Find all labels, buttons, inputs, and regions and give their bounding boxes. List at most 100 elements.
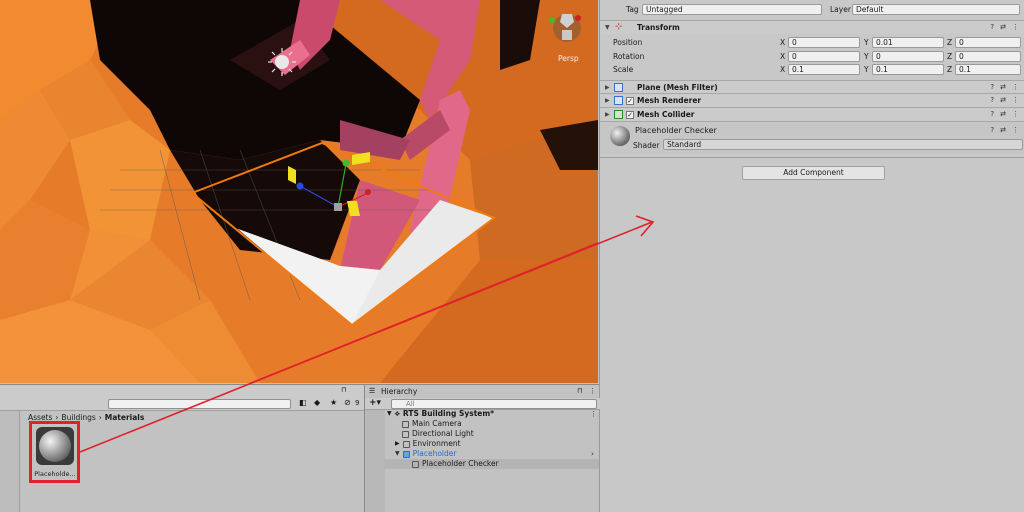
filter-by-label-icon[interactable]: ◆ [314,398,320,407]
position-z-label[interactable]: Z [947,38,952,47]
help-icon[interactable]: ? [990,126,994,134]
hierarchy-item-label: Environment [412,439,461,448]
rotation-y-label[interactable]: Y [864,52,869,61]
scale-y-field[interactable]: 0.1 [872,64,944,75]
prefab-cube-icon [402,450,410,458]
mesh-renderer-enabled-checkbox[interactable]: ✓ [626,97,634,105]
layer-dropdown[interactable]: Default [852,4,1020,15]
chevron-right-icon[interactable]: ▶ [605,84,610,91]
gameobject-cube-icon [402,430,409,438]
filter-by-type-icon[interactable]: ◧ [299,398,307,407]
more-icon[interactable]: ⋮ [1012,110,1019,118]
hierarchy-item-label: Directional Light [412,429,474,438]
hierarchy-item-directional-light[interactable]: Directional Light [402,429,474,439]
chevron-right-icon[interactable]: › [591,450,594,458]
position-x-label[interactable]: X [780,38,785,47]
preset-icon[interactable]: ⇄ [1000,126,1006,134]
hierarchy-search-input[interactable]: All [391,399,597,409]
scene-name: RTS Building System* [402,409,495,418]
lock-icon[interactable]: ⊓ [341,386,346,394]
more-icon[interactable]: ⋮ [589,387,596,395]
help-icon[interactable]: ? [990,23,994,31]
position-x-field[interactable]: 0 [788,37,860,48]
scale-x-label[interactable]: X [780,65,785,74]
chevron-down-icon[interactable]: ▼ [395,449,400,459]
position-y-field[interactable]: 0.01 [872,37,944,48]
material-preview-icon[interactable] [610,126,630,146]
mesh-collider-header[interactable]: ▶ ✓ Mesh Collider ? ⇄ ⋮ [600,107,1024,121]
more-icon[interactable]: ⋮ [590,410,597,418]
help-icon[interactable]: ? [990,110,994,118]
scale-y-label[interactable]: Y [864,65,869,74]
hierarchy-gutter [365,410,385,512]
inspector-panel: Tag Untagged Layer Default ▼ ⊹ Transform… [599,0,1024,512]
rotation-x-label[interactable]: X [780,52,785,61]
shader-dropdown[interactable]: Standard [663,139,1023,150]
visible-count: 9 [355,399,360,407]
hierarchy-item-placeholder[interactable]: ▼ Placeholder [395,449,456,459]
inspector-divider [600,157,1024,158]
more-icon[interactable]: ⋮ [1012,23,1019,31]
persp-label[interactable]: Persp [558,54,579,63]
preset-icon[interactable]: ⇄ [1000,96,1006,104]
material-name: Placeholder Checker [635,126,717,135]
scene-render [0,0,598,383]
breadcrumb-materials[interactable]: Materials [105,413,145,422]
unity-scene-icon: ⟡ [394,409,400,418]
preset-icon[interactable]: ⇄ [1000,83,1006,91]
transform-icon: ⊹ [615,22,623,32]
hierarchy-item-label: Placeholder [412,449,457,458]
mesh-filter-icon [614,83,623,92]
layer-label: Layer [830,5,851,14]
hierarchy-item-main-camera[interactable]: Main Camera [402,419,462,429]
scale-z-field[interactable]: 0.1 [955,64,1021,75]
rotation-x-field[interactable]: 0 [788,51,860,62]
annotation-highlight-box [29,421,80,483]
tag-dropdown[interactable]: Untagged [642,4,822,15]
add-component-button[interactable]: Add Component [742,166,885,180]
help-icon[interactable]: ? [990,96,994,104]
project-toolbar: ⊓ ◧ ◆ ★ ⊘ 9 [0,385,364,411]
chevron-down-icon[interactable]: ▼ [387,409,392,419]
rotation-z-field[interactable]: 0 [955,51,1021,62]
project-folder-tree[interactable] [0,411,20,512]
hierarchy-list-icon: ☰ [369,387,376,395]
mesh-collider-enabled-checkbox[interactable]: ✓ [626,111,634,119]
position-label: Position [613,38,643,47]
mesh-filter-header[interactable]: ▶ Plane (Mesh Filter) ? ⇄ ⋮ [600,80,1024,94]
scale-x-field[interactable]: 0.1 [788,64,860,75]
scale-z-label[interactable]: Z [947,65,952,74]
help-icon[interactable]: ? [990,83,994,91]
scene-view[interactable]: Persp [0,0,598,383]
more-icon[interactable]: ⋮ [1012,126,1019,134]
project-search-input[interactable] [108,399,291,409]
rotation-z-label[interactable]: Z [947,52,952,61]
position-y-label[interactable]: Y [864,38,869,47]
hierarchy-item-placeholder-checker[interactable]: Placeholder Checker [412,459,499,469]
unity-editor-window: Persp Tag Untagged Layer Default ▼ ⊹ Tra… [0,0,1024,512]
position-z-field[interactable]: 0 [955,37,1021,48]
preset-icon[interactable]: ⇄ [1000,110,1006,118]
mesh-renderer-header[interactable]: ▶ ✓ Mesh Renderer ? ⇄ ⋮ [600,93,1024,107]
more-icon[interactable]: ⋮ [1012,83,1019,91]
create-plus-icon[interactable]: +▾ [369,398,381,408]
lock-icon[interactable]: ⊓ [577,387,582,395]
hidden-packages-icon[interactable]: ⊘ [344,398,351,407]
gameobject-cube-icon [412,460,419,468]
chevron-right-icon[interactable]: ▶ [605,97,610,104]
chevron-right-icon[interactable]: ▶ [605,111,610,118]
rotation-y-field[interactable]: 0 [872,51,944,62]
material-section: Placeholder Checker Shader Standard ? ⇄ ⋮ [600,121,1024,153]
transform-title: Transform [637,23,680,32]
transform-header[interactable]: ▼ ⊹ Transform ? ⇄ ⋮ [600,20,1024,34]
chevron-right-icon[interactable]: ▶ [395,439,400,449]
chevron-down-icon[interactable]: ▼ [605,24,610,31]
hierarchy-scene-root[interactable]: ▼ ⟡ RTS Building System* [387,409,494,419]
hierarchy-item-environment[interactable]: ▶ Environment [395,439,461,449]
favorite-star-icon[interactable]: ★ [330,398,337,407]
more-icon[interactable]: ⋮ [1012,96,1019,104]
preset-icon[interactable]: ⇄ [1000,23,1006,31]
shader-label: Shader [633,141,660,150]
scale-label: Scale [613,65,634,74]
mesh-collider-icon [614,110,623,119]
